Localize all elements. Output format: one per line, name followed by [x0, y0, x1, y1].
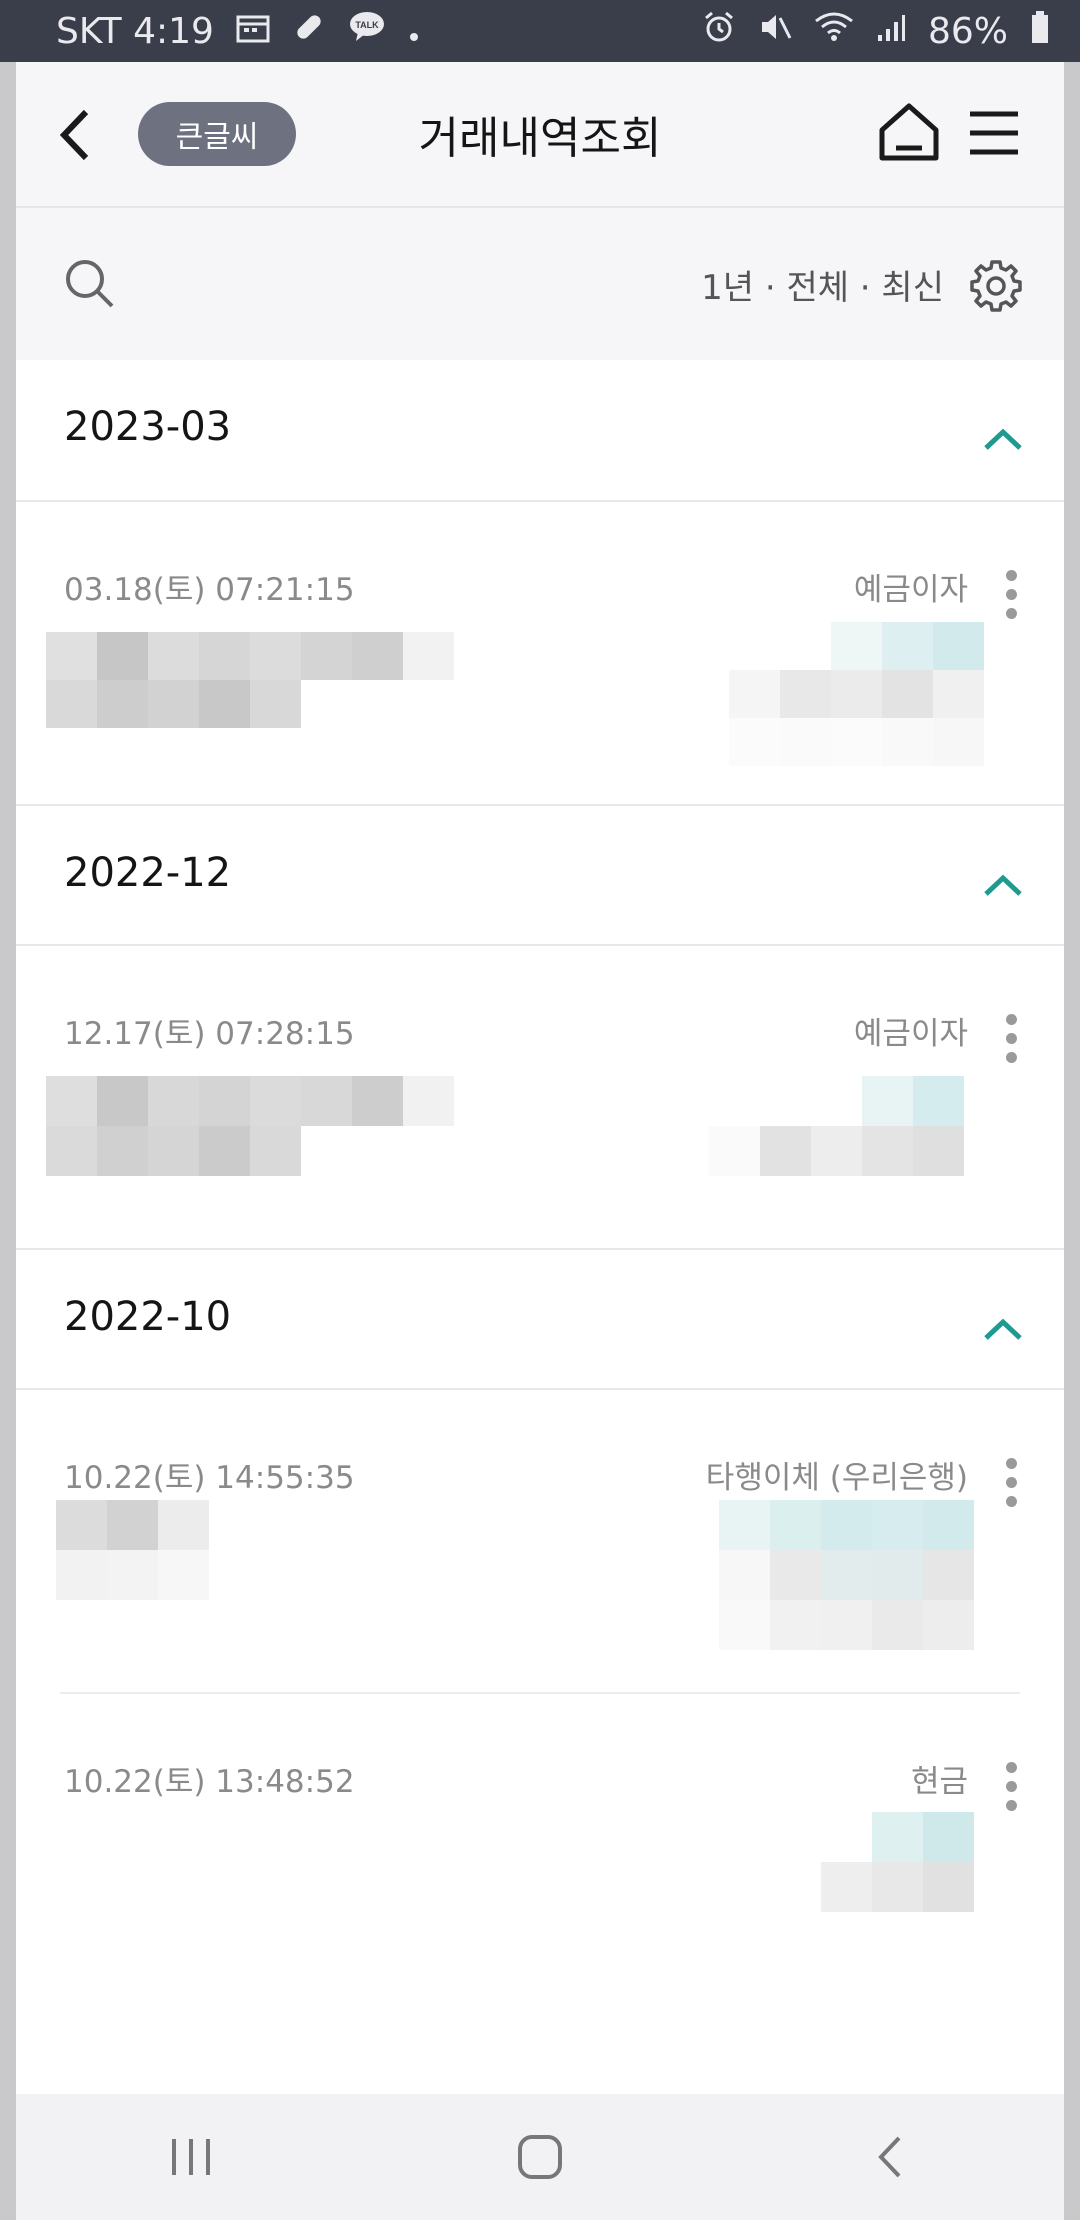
- home-circle-icon: [517, 2135, 562, 2179]
- redacted-amount: [729, 622, 984, 766]
- month-label: 2022-12: [64, 850, 232, 896]
- back-button[interactable]: [46, 100, 106, 170]
- filter-bar: 1년 · 전체 · 최신: [16, 208, 1064, 360]
- recent-apps-icon: [171, 2139, 210, 2175]
- transaction-datetime: 03.18(토) 07:21:15: [64, 572, 355, 608]
- battery-percent: 86%: [927, 10, 1008, 52]
- home-button[interactable]: [874, 98, 944, 168]
- redacted-amount: [709, 1076, 964, 1176]
- transaction-type: 타행이체 (우리은행): [705, 1460, 968, 1496]
- alarm-icon: [702, 10, 736, 53]
- transaction-type: 예금이자: [853, 1016, 968, 1052]
- search-icon: [66, 260, 114, 308]
- system-nav-bar: [16, 2094, 1064, 2220]
- transaction-item[interactable]: 10.22(토) 14:55:35 타행이체 (우리은행): [16, 1390, 1064, 1692]
- app-window: 큰글씨 거래내역조회 1년 · 전체 · 최신 2023-03 03.18(토)…: [16, 62, 1064, 2094]
- transaction-type: 현금: [910, 1764, 968, 1800]
- filter-settings-button[interactable]: [968, 258, 1024, 314]
- big-font-button[interactable]: 큰글씨: [138, 102, 296, 166]
- transaction-datetime: 12.17(토) 07:28:15: [64, 1016, 355, 1052]
- carrier-time: SKT 4:19: [56, 10, 214, 52]
- redacted-description: [46, 1076, 454, 1176]
- transaction-type: 예금이자: [853, 572, 968, 608]
- home-icon: [879, 103, 939, 161]
- more-options-button[interactable]: [996, 1014, 1026, 1074]
- dot-icon: [408, 11, 420, 52]
- redacted-amount: [821, 1812, 974, 1912]
- month-header[interactable]: 2022-12: [16, 804, 1064, 946]
- redacted-description: [56, 1500, 209, 1600]
- transaction-item[interactable]: 03.18(토) 07:21:15 예금이자: [16, 502, 1064, 804]
- chevron-left-icon: [59, 109, 89, 161]
- calendar-icon: [236, 11, 270, 52]
- filter-summary[interactable]: 1년 · 전체 · 최신: [701, 260, 944, 309]
- transaction-item[interactable]: 10.22(토) 13:48:52 현금: [16, 1694, 1064, 1996]
- kebab-icon: [1005, 1014, 1017, 1025]
- more-options-button[interactable]: [996, 1458, 1026, 1518]
- month-label: 2022-10: [64, 1294, 232, 1340]
- pill-icon: [292, 10, 326, 53]
- back-icon: [878, 2136, 901, 2178]
- redacted-amount: [719, 1500, 974, 1650]
- transaction-datetime: 10.22(토) 13:48:52: [64, 1764, 355, 1800]
- kakaotalk-icon: TALK: [348, 10, 386, 53]
- back-nav-button[interactable]: [844, 2122, 934, 2192]
- chevron-up-icon: [984, 1318, 1022, 1340]
- search-button[interactable]: [60, 254, 120, 314]
- kebab-icon: [1005, 1458, 1017, 1469]
- hamburger-icon: [970, 111, 1018, 155]
- home-nav-button[interactable]: [495, 2122, 585, 2192]
- svg-text:TALK: TALK: [355, 20, 379, 30]
- collapse-button[interactable]: [978, 420, 1028, 460]
- chevron-up-icon: [984, 874, 1022, 896]
- month-header[interactable]: 2023-03: [16, 360, 1064, 502]
- kebab-icon: [1005, 570, 1017, 581]
- collapse-button[interactable]: [978, 1310, 1028, 1350]
- kebab-icon: [1005, 1762, 1017, 1773]
- month-label: 2023-03: [64, 404, 232, 450]
- more-options-button[interactable]: [996, 1762, 1026, 1822]
- gear-icon: [970, 260, 1022, 312]
- month-header[interactable]: 2022-10: [16, 1248, 1064, 1390]
- app-header: 큰글씨 거래내역조회: [16, 62, 1064, 208]
- mute-icon: [758, 10, 792, 53]
- collapse-button[interactable]: [978, 866, 1028, 906]
- transaction-datetime: 10.22(토) 14:55:35: [64, 1460, 355, 1496]
- wifi-icon: [814, 11, 854, 52]
- chevron-up-icon: [984, 428, 1022, 450]
- status-bar: SKT 4:19 TALK 86%: [0, 0, 1080, 62]
- redacted-description: [46, 632, 454, 728]
- menu-button[interactable]: [964, 100, 1024, 166]
- battery-icon: [1030, 10, 1050, 53]
- signal-icon: [876, 11, 906, 52]
- more-options-button[interactable]: [996, 570, 1026, 630]
- transaction-item[interactable]: 12.17(토) 07:28:15 예금이자: [16, 946, 1064, 1248]
- recent-apps-button[interactable]: [146, 2122, 236, 2192]
